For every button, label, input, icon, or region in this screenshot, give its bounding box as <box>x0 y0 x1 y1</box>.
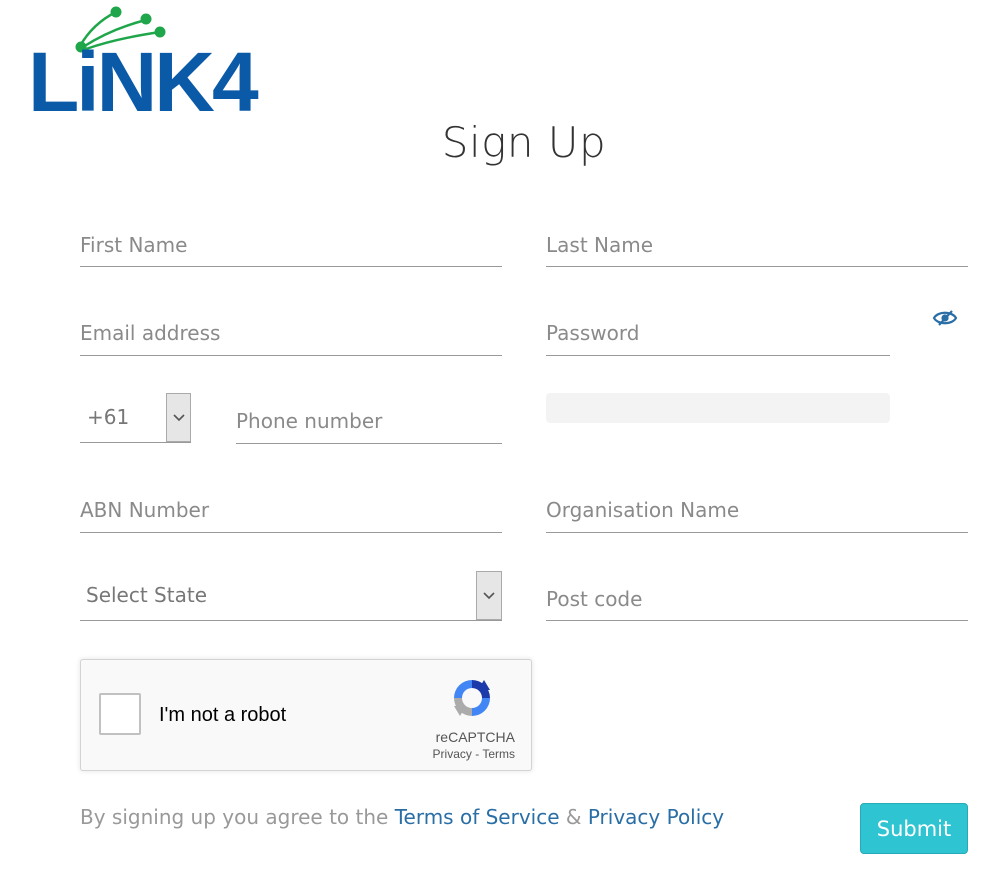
email-input[interactable] <box>80 311 502 356</box>
terms-agreement-text: By signing up you agree to the <box>80 805 395 829</box>
eye-icon[interactable] <box>932 308 958 328</box>
logo-wordmark: LiNK4 <box>28 35 259 129</box>
page-title: Sign Up <box>441 118 607 167</box>
terms-agreement: By signing up you agree to the Terms of … <box>80 805 724 829</box>
recaptcha-links: Privacy - Terms <box>81 747 515 761</box>
country-code-value: +61 <box>87 405 130 429</box>
recaptcha-terms-link[interactable]: Terms <box>482 747 515 761</box>
recaptcha-privacy-link[interactable]: Privacy <box>433 747 472 761</box>
abn-number-input[interactable] <box>80 488 502 533</box>
terms-ampersand: & <box>559 805 588 829</box>
privacy-policy-link[interactable]: Privacy Policy <box>588 805 724 829</box>
country-code-dropdown-button[interactable] <box>166 393 191 442</box>
phone-number-input[interactable] <box>236 399 502 444</box>
password-input[interactable] <box>546 311 890 356</box>
recaptcha-widget: I'm not a robot reCAPTCHA Privacy - Term… <box>80 659 532 771</box>
post-code-input[interactable] <box>546 577 968 621</box>
submit-button[interactable]: Submit <box>860 803 968 854</box>
last-name-input[interactable] <box>546 223 968 267</box>
country-code-select[interactable]: +61 <box>80 393 191 443</box>
recaptcha-label: I'm not a robot <box>159 704 287 726</box>
first-name-input[interactable] <box>80 223 502 267</box>
state-select[interactable]: Select State <box>80 571 502 621</box>
organisation-name-input[interactable] <box>546 488 968 533</box>
recaptcha-brand: reCAPTCHA <box>435 729 515 745</box>
recaptcha-icon <box>454 680 490 716</box>
terms-of-service-link[interactable]: Terms of Service <box>395 805 560 829</box>
state-select-value: Select State <box>86 583 207 607</box>
password-strength-bar <box>546 393 890 423</box>
chevron-down-icon <box>172 413 185 421</box>
state-dropdown-button[interactable] <box>476 571 502 620</box>
chevron-down-icon <box>483 591 495 599</box>
recaptcha-separator: - <box>471 747 483 761</box>
link4-logo: LiNK4 <box>28 4 259 129</box>
